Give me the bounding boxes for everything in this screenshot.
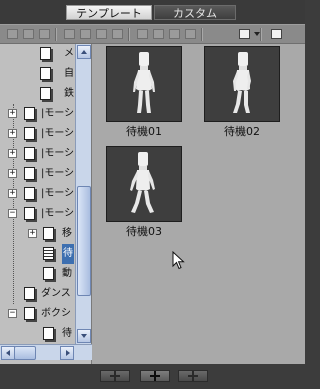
pose-thumbnail bbox=[106, 46, 182, 122]
toolbar bbox=[0, 24, 305, 44]
move-up-icon bbox=[114, 371, 116, 381]
tree-item-label: |モーシ bbox=[41, 188, 75, 199]
folder-icon bbox=[40, 67, 51, 80]
arrow-down-icon bbox=[81, 334, 87, 338]
collapse-toggle[interactable]: − bbox=[8, 209, 17, 218]
delete-icon[interactable] bbox=[111, 28, 124, 40]
tree-horizontal-scrollbar[interactable] bbox=[0, 344, 92, 360]
folder-icon bbox=[43, 267, 54, 280]
tree-item-label: ボクシ bbox=[41, 308, 71, 319]
pose-thumbnail bbox=[106, 146, 182, 222]
arrow-left-icon bbox=[6, 350, 10, 356]
scroll-right-button[interactable] bbox=[60, 346, 74, 360]
expand-toggle[interactable]: + bbox=[8, 149, 17, 158]
scroll-thumb[interactable] bbox=[77, 186, 91, 296]
tree-item-label: 鉄 bbox=[64, 88, 74, 99]
import-icon[interactable] bbox=[168, 28, 181, 40]
save-icon[interactable] bbox=[136, 28, 149, 40]
toolbar-separator bbox=[128, 28, 130, 41]
tree-item-label: 待 bbox=[62, 328, 72, 339]
tab-custom[interactable]: カスタム bbox=[154, 5, 236, 20]
template-label: 待機03 bbox=[126, 225, 162, 238]
figure-icon bbox=[233, 52, 251, 113]
folder-icon bbox=[24, 307, 35, 320]
copy-icon[interactable] bbox=[79, 28, 92, 40]
add-icon bbox=[154, 371, 156, 381]
folder-icon bbox=[24, 187, 35, 200]
folder-icon bbox=[24, 127, 35, 140]
arrow-up-icon bbox=[81, 50, 87, 54]
figure-icon bbox=[130, 152, 155, 213]
folder-icon bbox=[24, 287, 35, 300]
folder-icon bbox=[43, 227, 54, 240]
tree-item-label: ダンス bbox=[41, 288, 71, 299]
expand-toggle[interactable]: + bbox=[8, 169, 17, 178]
move-right-icon bbox=[192, 371, 194, 381]
toolbar-separator bbox=[55, 28, 57, 41]
tree-item-label: 動 bbox=[62, 268, 72, 279]
export-pose-icon[interactable] bbox=[270, 28, 283, 40]
scroll-up-button[interactable] bbox=[77, 45, 91, 59]
tree-item-label: 待 bbox=[62, 244, 74, 264]
tree-vertical-scrollbar[interactable] bbox=[75, 44, 91, 344]
pose-thumbnail bbox=[204, 46, 280, 122]
mouse-cursor-icon bbox=[172, 251, 185, 270]
scroll-down-button[interactable] bbox=[77, 329, 91, 343]
bottom-bar bbox=[0, 364, 305, 389]
expand-toggle[interactable]: + bbox=[28, 229, 37, 238]
toolbar-separator bbox=[260, 28, 262, 41]
folder-icon bbox=[40, 47, 51, 60]
folder-icon bbox=[24, 147, 35, 160]
tab-bar: テンプレート カスタム bbox=[0, 0, 305, 24]
move-up-button[interactable] bbox=[100, 370, 130, 382]
new-folder-icon[interactable] bbox=[6, 28, 19, 40]
scroll-thumb[interactable] bbox=[14, 346, 36, 360]
folder-icon[interactable] bbox=[22, 28, 35, 40]
tree-item-label: |モーシ bbox=[41, 108, 75, 119]
tree-item-label: |モーシ bbox=[41, 128, 75, 139]
tree-item-label: |モーシ bbox=[41, 168, 75, 179]
tree-item-label: |モーシ bbox=[41, 148, 75, 159]
export-icon[interactable] bbox=[184, 28, 197, 40]
folder-icon bbox=[43, 327, 54, 340]
figure-icon bbox=[133, 52, 155, 113]
scroll-left-button[interactable] bbox=[1, 346, 15, 360]
tree-item-label: 自 bbox=[64, 68, 74, 79]
view-menu-icon[interactable] bbox=[238, 28, 260, 40]
move-right-button[interactable] bbox=[178, 370, 208, 382]
folder-icon bbox=[40, 87, 51, 100]
paste-icon[interactable] bbox=[95, 28, 108, 40]
motion-file-icon bbox=[43, 247, 54, 260]
expand-toggle[interactable]: + bbox=[8, 189, 17, 198]
tab-template[interactable]: テンプレート bbox=[66, 5, 152, 20]
expand-toggle[interactable]: + bbox=[8, 129, 17, 138]
folder-icon bbox=[24, 167, 35, 180]
template-label: 待機01 bbox=[126, 125, 162, 138]
cut-icon[interactable] bbox=[63, 28, 76, 40]
expand-toggle[interactable]: + bbox=[8, 109, 17, 118]
folder-icon bbox=[24, 207, 35, 220]
template-label: 待機02 bbox=[224, 125, 260, 138]
add-button[interactable] bbox=[140, 370, 170, 382]
open-folder-icon[interactable] bbox=[38, 28, 51, 40]
toolbar-separator bbox=[201, 28, 203, 41]
folder-icon bbox=[24, 107, 35, 120]
camera-icon[interactable] bbox=[152, 28, 165, 40]
template-gallery: 待機01 待機02 待機03 bbox=[92, 44, 305, 364]
tree-item-label: 移 bbox=[62, 228, 72, 239]
tree-item-label: |モーシ bbox=[41, 208, 75, 219]
tree-item-label: メ bbox=[64, 48, 74, 59]
collapse-toggle[interactable]: − bbox=[8, 309, 17, 318]
arrow-right-icon bbox=[66, 350, 70, 356]
